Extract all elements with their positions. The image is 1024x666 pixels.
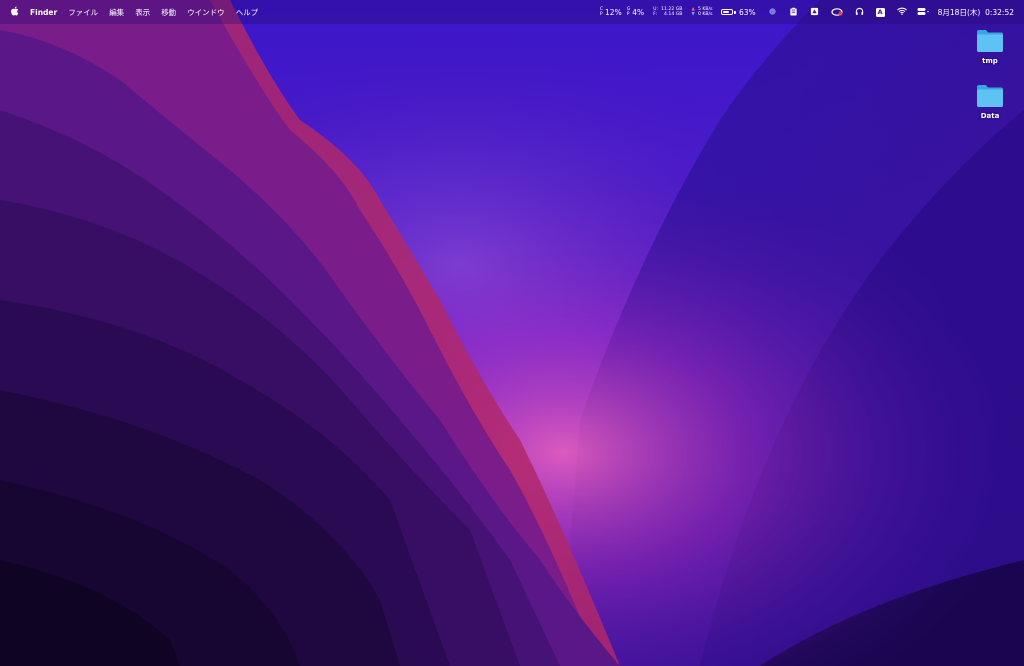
cpu-label: C P: [600, 7, 603, 17]
menu-edit[interactable]: 編集: [109, 7, 124, 18]
menu-view[interactable]: 表示: [135, 7, 150, 18]
gpu-label-bottom: P: [626, 12, 630, 17]
menu-bar: Finder ファイル 編集 表示 移動 ウインドウ ヘルプ C P 12% G…: [0, 0, 1024, 24]
folder-icon: [977, 85, 1003, 107]
menu-window[interactable]: ウインドウ: [187, 7, 225, 18]
desktop-item-label: tmp: [982, 57, 998, 65]
menu-help[interactable]: ヘルプ: [236, 7, 259, 18]
gpu-percent: 4%: [632, 7, 645, 17]
menu-bar-left: Finder ファイル 編集 表示 移動 ウインドウ ヘルプ: [0, 0, 269, 24]
apple-logo-icon[interactable]: [10, 6, 19, 18]
desktop-wallpaper: [0, 0, 1024, 666]
gpu-label: G P: [627, 7, 631, 17]
cpu-label-bottom: P: [599, 12, 603, 17]
download-arrow-icon: ▼: [691, 12, 695, 17]
network-monitor[interactable]: ▲ 5 KB/s ▼ 0 KB/s: [691, 7, 712, 17]
drive-icon[interactable]: [810, 7, 819, 18]
control-center-icon[interactable]: [917, 7, 930, 18]
folder-icon: [977, 30, 1003, 52]
clock[interactable]: 8月18日(木) 0:32:52: [938, 7, 1014, 18]
cpu-percent: 12%: [605, 7, 622, 17]
desktop-item-tmp[interactable]: tmp: [965, 28, 1015, 65]
network-down-row: ▼ 0 KB/s: [691, 12, 712, 17]
memory-free-row: F: 4.14 GB: [653, 12, 682, 17]
gpu-monitor[interactable]: G P 4%: [627, 7, 644, 17]
creative-cloud-icon[interactable]: [831, 7, 843, 18]
menu-bar-status: C P 12% G P 4% U: 11.22 GB F: 4.14 GB ▲ …: [591, 0, 1024, 24]
desktop-item-data[interactable]: Data: [965, 83, 1015, 120]
wifi-icon[interactable]: [896, 7, 907, 17]
input-method-label: A: [877, 8, 883, 16]
network-download: 0 KB/s: [697, 12, 713, 17]
memory-free: 4.14 GB: [664, 12, 683, 17]
memory-free-label: F:: [653, 12, 658, 17]
cpu-monitor[interactable]: C P 12%: [600, 7, 622, 17]
input-method-icon[interactable]: A: [875, 7, 885, 17]
battery-percent: 63%: [738, 7, 756, 17]
memory-monitor[interactable]: U: 11.22 GB F: 4.14 GB: [653, 7, 682, 17]
battery-status[interactable]: 63%: [721, 7, 756, 17]
menu-file[interactable]: ファイル: [68, 7, 98, 18]
clipboard-icon[interactable]: [789, 6, 798, 18]
desktop-item-label: Data: [980, 112, 1000, 120]
record-dot-icon[interactable]: [768, 7, 777, 18]
app-menu-finder[interactable]: Finder: [30, 8, 57, 17]
battery-icon: [721, 9, 736, 15]
menu-go[interactable]: 移動: [161, 7, 176, 18]
headphones-icon[interactable]: [855, 7, 864, 18]
